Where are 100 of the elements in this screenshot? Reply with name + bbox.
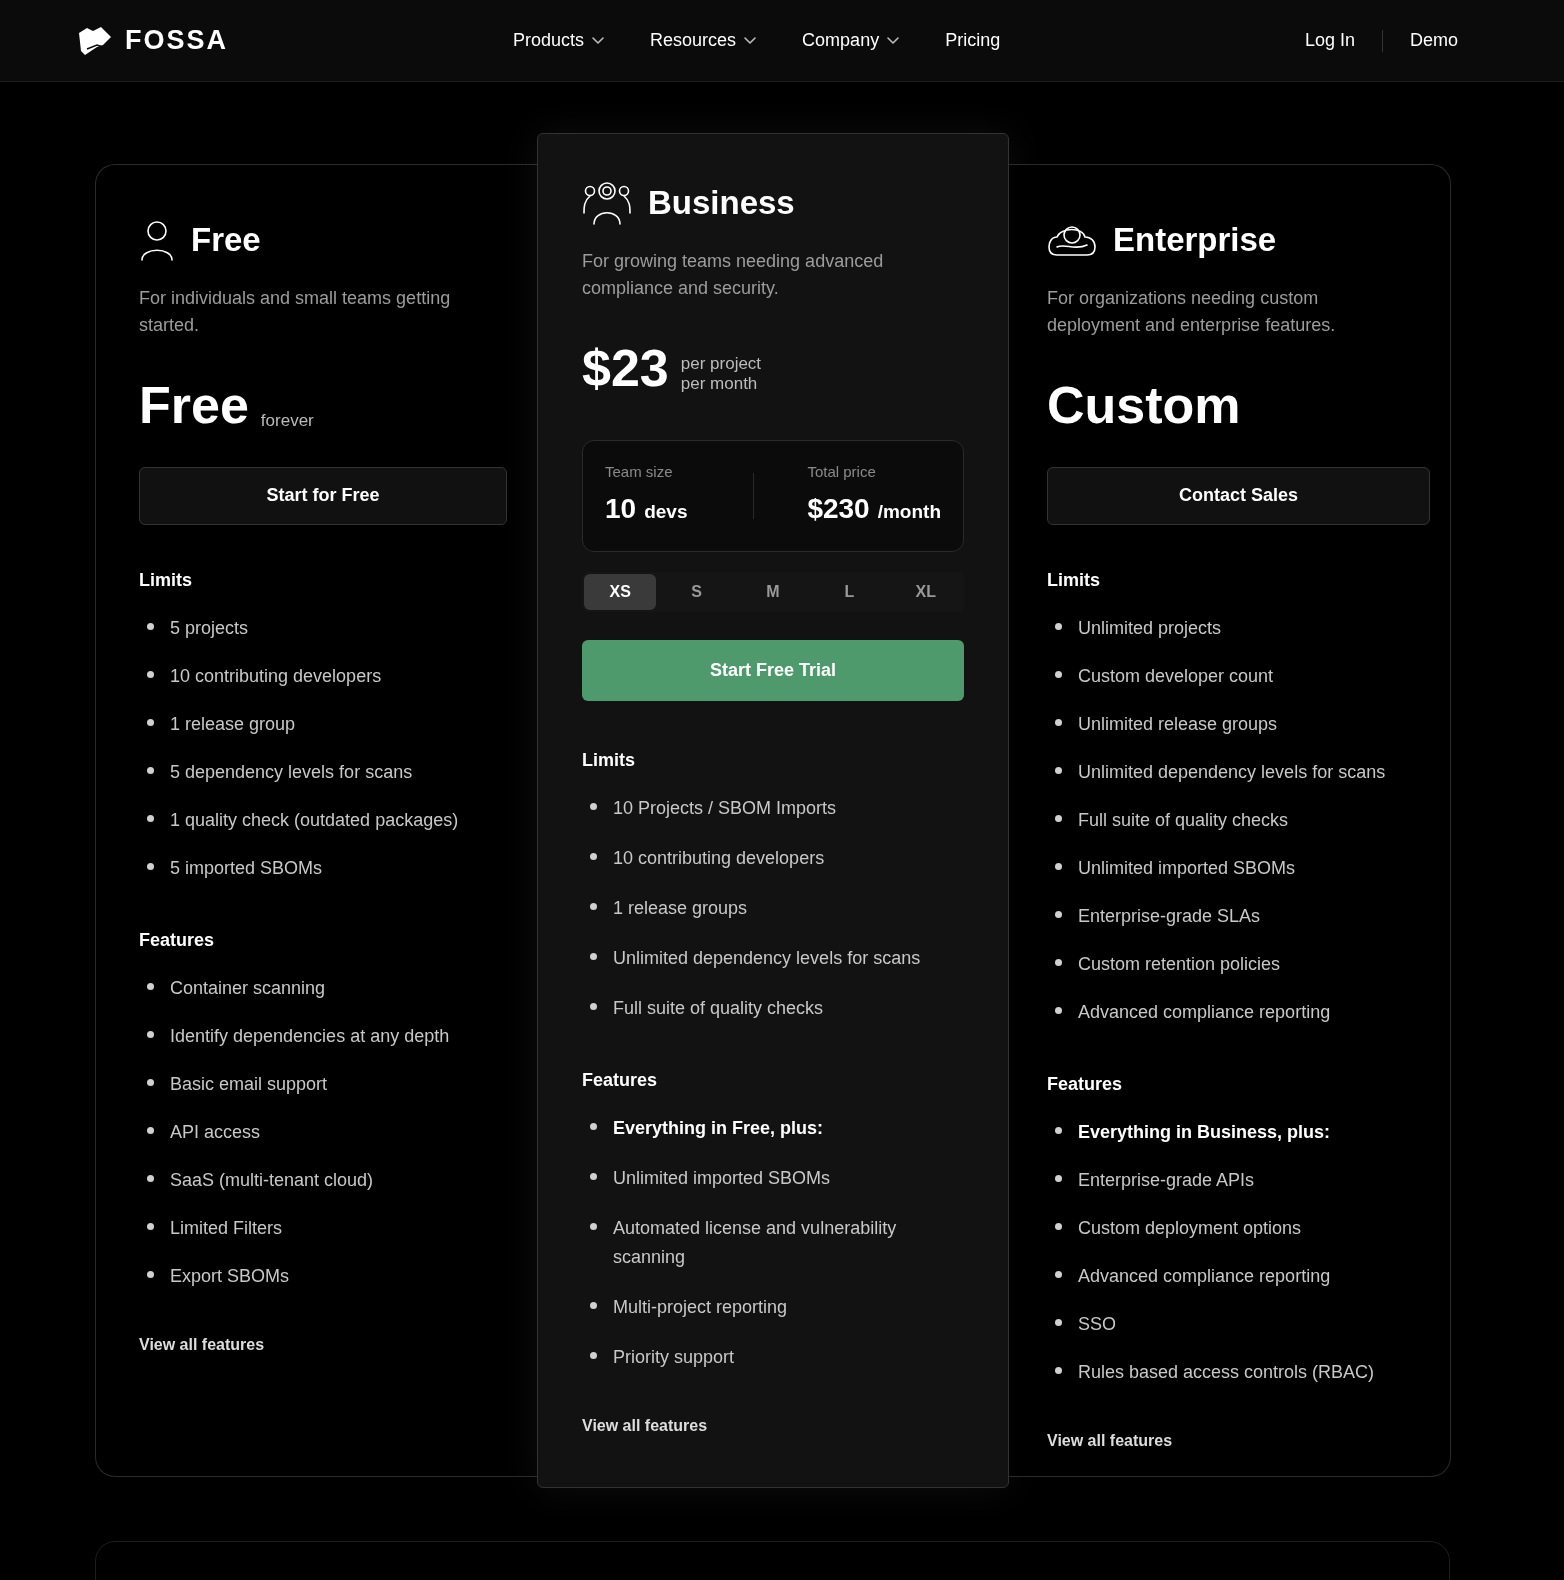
section-heading: Limits [139, 568, 193, 592]
bullet-icon [147, 814, 154, 822]
size-tab[interactable]: XL [889, 573, 963, 610]
bullet-icon [1055, 1318, 1062, 1326]
list-item: 5 projects [170, 616, 249, 640]
size-tab[interactable]: S [660, 573, 733, 610]
bullet-icon [590, 1351, 597, 1359]
bullet-icon [1055, 814, 1062, 822]
list-item: Rules based access controls (RBAC) [1078, 1360, 1375, 1384]
bullet-icon [147, 718, 154, 726]
bullet-icon [1055, 958, 1062, 966]
list-item: 1 release groups [613, 896, 748, 920]
list-item: Everything in Free, plus: [613, 1116, 824, 1140]
section-heading: Limits [1047, 568, 1101, 592]
total-price-value: $230 [807, 491, 870, 526]
list-item: 5 dependency levels for scans [170, 760, 413, 784]
price-note: per month [680, 373, 759, 394]
section-heading: Features [1047, 1072, 1124, 1096]
bullet-icon [590, 1122, 597, 1130]
bullet-icon [147, 982, 154, 990]
nav-link[interactable]: Pricing [945, 27, 1001, 54]
section-heading: Features [139, 928, 216, 952]
list-item: Advanced compliance reporting [1078, 1000, 1331, 1024]
list-item: Full suite of quality checks [613, 996, 824, 1020]
size-tab[interactable]: L [813, 573, 886, 610]
bullet-icon [590, 1222, 597, 1230]
section-heading: Limits [582, 748, 636, 772]
list-item: Unlimited projects [1078, 616, 1222, 640]
list-item: Unlimited dependency levels for scans [613, 946, 921, 970]
bullet-icon [147, 862, 154, 870]
list-item: Priority support [613, 1345, 735, 1369]
plan-title: Business [648, 183, 795, 223]
bullet-icon [590, 902, 597, 910]
bullet-icon [147, 766, 154, 774]
bullet-icon [1055, 1270, 1062, 1278]
list-item: Basic email support [170, 1072, 328, 1096]
team-size-label: Team size [605, 462, 674, 483]
bullet-icon [147, 1030, 154, 1038]
demo-link[interactable]: Demo [1410, 27, 1458, 54]
bullet-icon [1055, 766, 1062, 774]
brand-name: FOSSA [125, 24, 228, 58]
total-price-label: Total price [807, 462, 877, 483]
list-item: API access [170, 1120, 261, 1144]
person-icon [139, 218, 175, 261]
list-item: Enterprise-grade APIs [1078, 1168, 1255, 1192]
list-item: Export SBOMs [170, 1264, 290, 1288]
fossa-logo-icon [77, 24, 113, 57]
bullet-icon [147, 1078, 154, 1086]
list-item: 1 quality check (outdated packages) [170, 808, 459, 832]
bullet-icon [147, 1222, 154, 1230]
bullet-icon [590, 1301, 597, 1309]
list-item: Multi-project reporting [613, 1295, 788, 1319]
view-features-link[interactable]: View all features [139, 1332, 507, 1357]
bullet-icon [1055, 718, 1062, 726]
bullet-icon [1055, 1222, 1062, 1230]
list-item: Unlimited imported SBOMs [1078, 856, 1296, 880]
list-item: Identify dependencies at any depth [170, 1024, 450, 1048]
size-tab[interactable]: XS [584, 573, 657, 610]
list-item: Custom deployment options [1078, 1216, 1302, 1240]
plan-price: $23 [582, 339, 669, 396]
list-item: Advanced compliance reporting [1078, 1264, 1331, 1288]
view-features-link[interactable]: View all features [1047, 1428, 1430, 1453]
view-features-link[interactable]: View all features [582, 1413, 964, 1438]
bullet-icon [1055, 1006, 1062, 1014]
team-size-unit: devs [644, 499, 688, 524]
plan-title: Enterprise [1113, 220, 1277, 260]
list-item: 10 contributing developers [170, 664, 382, 688]
bullet-icon [1055, 622, 1062, 630]
nav-link[interactable]: Resources [650, 27, 757, 54]
size-tab[interactable]: M [736, 573, 810, 610]
bullet-icon [1055, 1174, 1062, 1182]
bullet-icon [147, 1270, 154, 1278]
bullet-icon [590, 952, 597, 960]
plan-description: For organizations needing custom deployment and enterprise features. [1047, 286, 1337, 337]
list-item: Unlimited dependency levels for scans [1078, 760, 1386, 784]
bullet-icon [1055, 670, 1062, 678]
login-link[interactable]: Log In [1304, 27, 1355, 54]
bullet-icon [147, 670, 154, 678]
list-item: Unlimited imported SBOMs [613, 1166, 831, 1190]
list-item: Unlimited release groups [1078, 712, 1278, 736]
plan-button[interactable]: Start for Free [139, 466, 507, 525]
plan-title: Free [191, 220, 261, 260]
list-item: SaaS (multi-tenant cloud) [170, 1168, 374, 1192]
plan-description: For individuals and small teams getting started. [139, 286, 452, 337]
list-item: Container scanning [170, 976, 326, 1000]
bullet-icon [1055, 1126, 1062, 1134]
bullet-icon [1055, 1366, 1062, 1374]
bullet-icon [1055, 910, 1062, 918]
plan-description: For growing teams needing advanced compliance and security. [582, 249, 885, 300]
bullet-icon [590, 1172, 597, 1180]
nav-link[interactable]: Company [802, 27, 900, 54]
list-item: Limited Filters [170, 1216, 283, 1240]
list-item: Enterprise-grade SLAs [1078, 904, 1261, 928]
bullet-icon [590, 1002, 597, 1010]
nav-link[interactable]: Products [513, 27, 605, 54]
list-item: 1 release group [170, 712, 296, 736]
bullet-icon [147, 1174, 154, 1182]
list-item: Automated license and vulnerability scanning [613, 1216, 898, 1269]
plan-button[interactable]: Contact Sales [1047, 466, 1430, 525]
price-note: forever [260, 410, 314, 431]
